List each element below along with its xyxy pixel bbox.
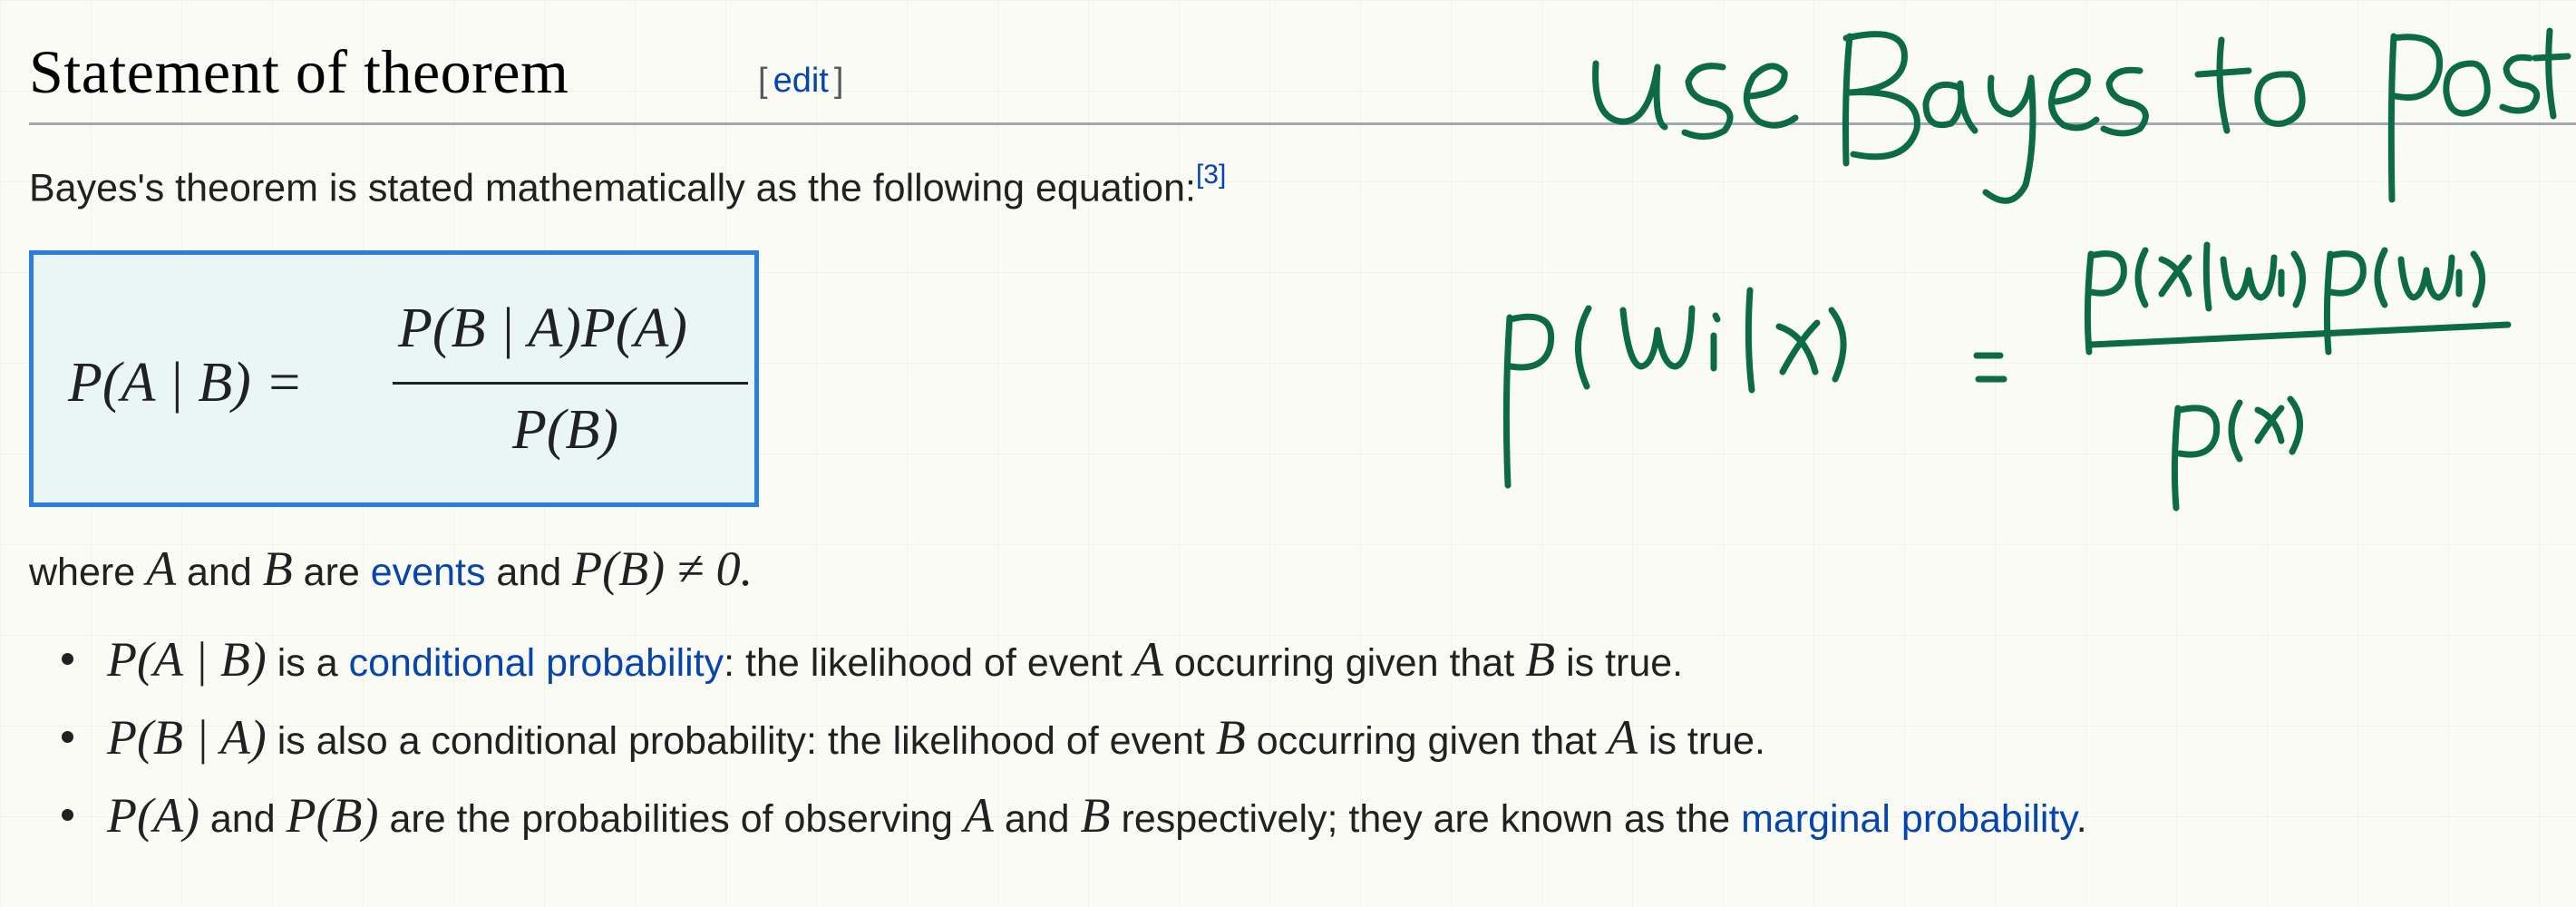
math-var: A bbox=[1607, 710, 1638, 765]
formula-denominator: P(B) bbox=[512, 399, 619, 461]
formula-box: P(A | B) = P(B | A)P(A) P(B) bbox=[29, 250, 759, 507]
formula-left-side: P(A | B) = bbox=[68, 352, 304, 414]
edit-section: [edit] bbox=[758, 62, 843, 101]
math-var: B bbox=[1525, 632, 1556, 687]
conditional-probability-link[interactable]: conditional probability bbox=[349, 641, 724, 685]
edit-link[interactable]: edit bbox=[768, 62, 834, 100]
math-expression: P(A | B) bbox=[107, 632, 267, 687]
where-text: where bbox=[29, 551, 147, 594]
math-expression: P(A) bbox=[107, 788, 199, 843]
math-var: A bbox=[963, 788, 994, 843]
list-text: is true. bbox=[1637, 719, 1765, 763]
math-var: B bbox=[1080, 788, 1111, 843]
bullet-dot bbox=[62, 653, 73, 665]
list-text: occurring given that bbox=[1245, 719, 1608, 763]
intro-paragraph: Bayes's theorem is stated mathematically… bbox=[29, 160, 1226, 210]
formula-numerator: P(B | A)P(A) bbox=[398, 297, 687, 359]
list-text: and bbox=[993, 797, 1081, 841]
handwritten-formula bbox=[1502, 241, 2512, 512]
math-expression: P(B | A) bbox=[107, 710, 267, 765]
where-paragraph: where A and B are events and P(B) ≠ 0. bbox=[29, 541, 753, 597]
list-text: . bbox=[2075, 797, 2087, 841]
where-text: and bbox=[176, 551, 263, 594]
where-text: and bbox=[485, 551, 573, 594]
list-text: occurring given that bbox=[1162, 641, 1526, 685]
intro-text: Bayes's theorem is stated mathematically… bbox=[29, 166, 1196, 210]
list-item: P(B | A) is also a conditional probabili… bbox=[58, 709, 2087, 787]
list-text: is true. bbox=[1555, 641, 1684, 685]
citation-link[interactable]: [3] bbox=[1196, 160, 1226, 190]
list-text: and bbox=[199, 797, 287, 841]
list-text: are the probabilities of observing bbox=[378, 797, 964, 841]
math-condition: P(B) ≠ 0. bbox=[572, 541, 753, 596]
edit-bracket-close: ] bbox=[833, 62, 844, 100]
definitions-list: P(A | B) is a conditional probability: t… bbox=[58, 631, 2087, 865]
fraction-bar bbox=[393, 382, 748, 385]
list-text: : the likelihood of event bbox=[724, 641, 1133, 685]
section-heading-row: Statement of theorem [edit] bbox=[29, 27, 2576, 125]
math-var-a: A bbox=[146, 541, 177, 596]
section-title: Statement of theorem bbox=[29, 37, 569, 106]
list-text: is also a conditional probability: the l… bbox=[266, 719, 1216, 763]
bullet-dot bbox=[62, 731, 73, 743]
math-var: A bbox=[1132, 632, 1163, 687]
edit-bracket-open: [ bbox=[758, 62, 768, 100]
math-var-b: B bbox=[262, 541, 293, 596]
math-expression: P(B) bbox=[286, 788, 379, 843]
events-link[interactable]: events bbox=[371, 551, 486, 594]
list-text: respectively; they are known as the bbox=[1110, 797, 1742, 841]
math-var: B bbox=[1215, 710, 1246, 765]
list-item: P(A | B) is a conditional probability: t… bbox=[58, 631, 2087, 709]
bullet-dot bbox=[62, 809, 73, 821]
marginal-probability-link[interactable]: marginal probability bbox=[1741, 797, 2076, 841]
list-item: P(A) and P(B) are the probabilities of o… bbox=[58, 787, 2087, 865]
where-text: are bbox=[292, 551, 371, 594]
list-text: is a bbox=[266, 641, 349, 685]
